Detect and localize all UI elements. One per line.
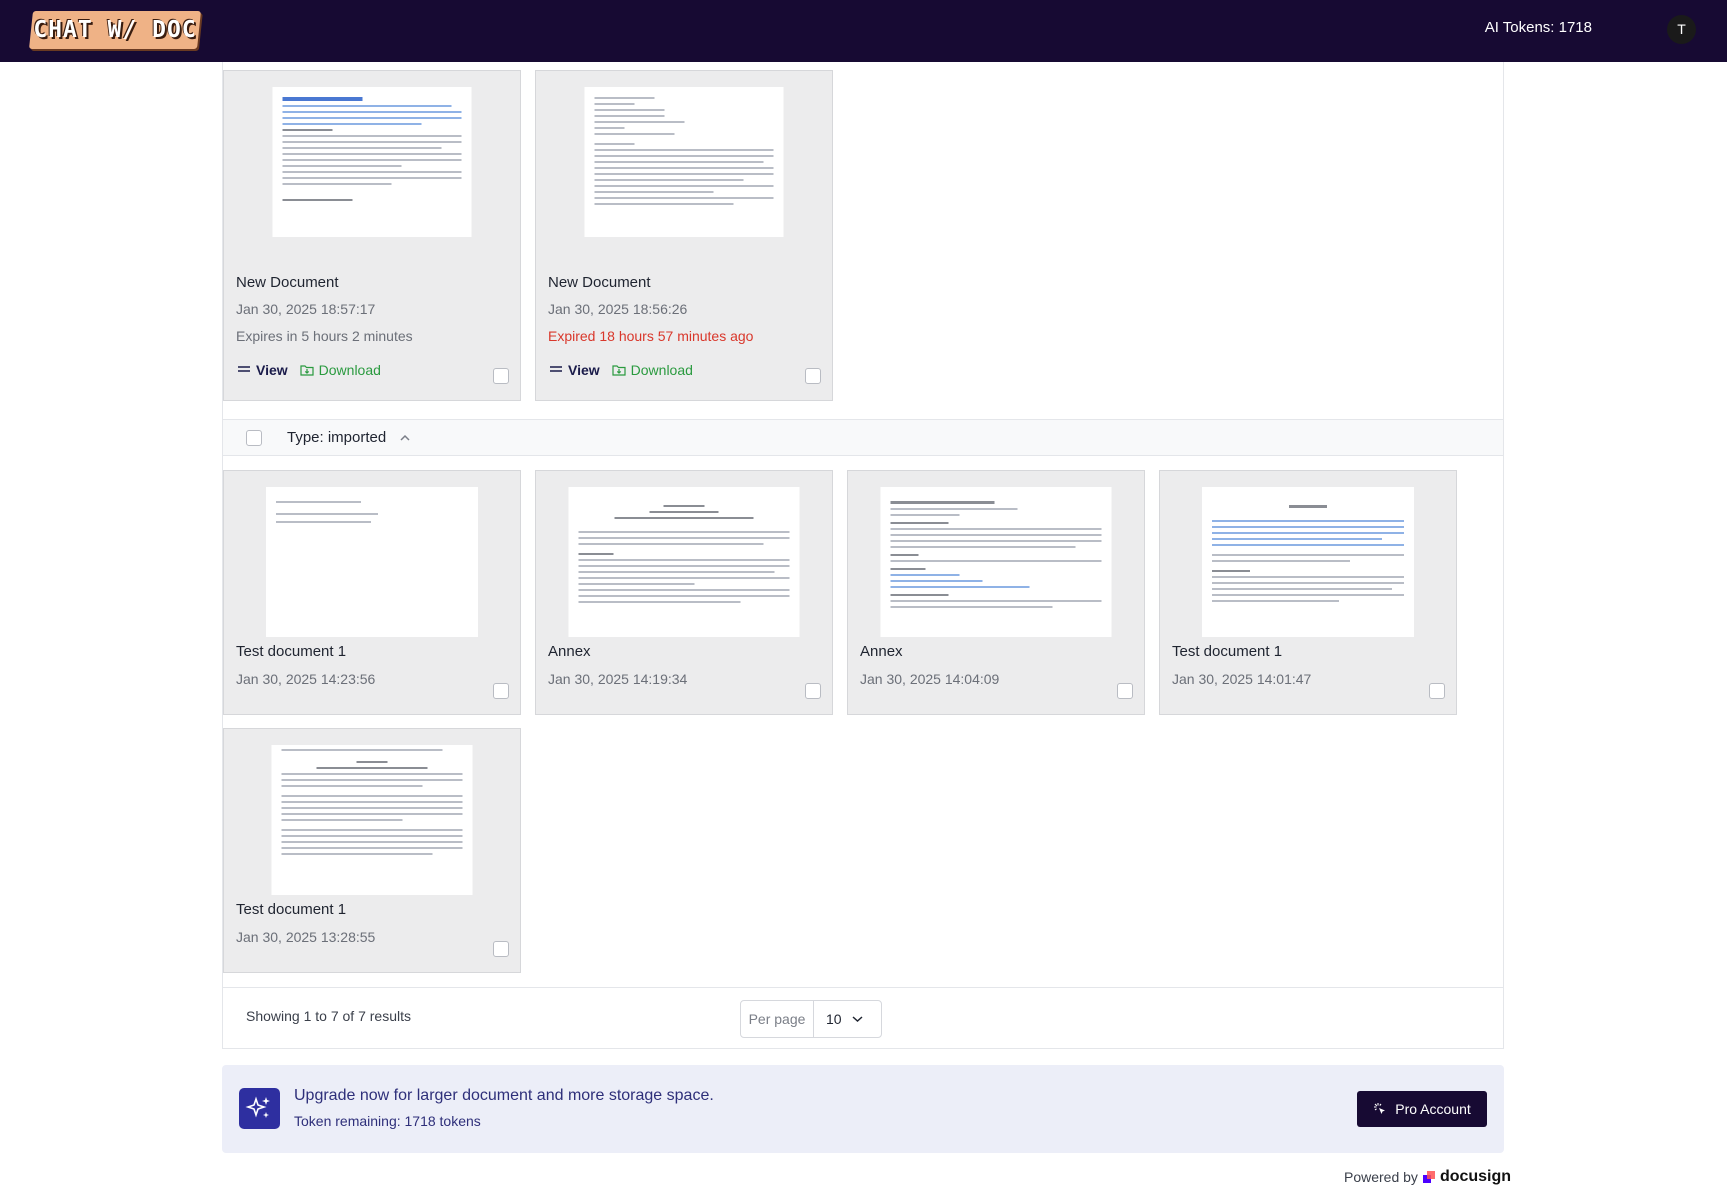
user-avatar[interactable]: T: [1667, 15, 1696, 44]
pro-account-label: Pro Account: [1395, 1101, 1471, 1117]
menu-lines-icon: [550, 366, 562, 372]
logo-text: CHAT W/ DOC: [33, 17, 197, 43]
select-checkbox[interactable]: [493, 368, 509, 384]
document-date: Jan 30, 2025 14:04:09: [860, 671, 1000, 687]
document-date: Jan 30, 2025 18:56:26: [548, 301, 688, 317]
document-card[interactable]: Test document 1 Jan 30, 2025 13:28:55: [223, 728, 521, 973]
view-button[interactable]: View: [238, 362, 288, 378]
document-thumbnail[interactable]: [1202, 487, 1414, 637]
document-card[interactable]: Test document 1 Jan 30, 2025 14:01:47: [1159, 470, 1457, 715]
select-checkbox[interactable]: [805, 683, 821, 699]
document-name: Test document 1: [236, 901, 347, 918]
document-thumbnail[interactable]: [880, 487, 1112, 637]
download-button[interactable]: Download: [612, 362, 693, 378]
document-card[interactable]: New Document Jan 30, 2025 18:57:17 Expir…: [223, 70, 521, 401]
document-actions: View Download: [238, 362, 381, 378]
results-summary: Showing 1 to 7 of 7 results: [246, 1008, 411, 1024]
document-name: Annex: [548, 643, 591, 660]
select-checkbox[interactable]: [805, 368, 821, 384]
document-card[interactable]: Test document 1 Jan 30, 2025 14:23:56: [223, 470, 521, 715]
powered-by-label: Powered by: [1344, 1169, 1418, 1185]
powered-by: Powered by docusign: [1344, 1168, 1511, 1186]
per-page-dropdown[interactable]: 10: [814, 1001, 881, 1037]
document-name: Annex: [860, 643, 903, 660]
top-navbar: CHAT W/ DOC AI Tokens: 1718 T: [0, 0, 1727, 62]
document-expiry: Expired 18 hours 57 minutes ago: [548, 328, 754, 344]
document-expiry: Expires in 5 hours 2 minutes: [236, 328, 413, 344]
token-remaining-text: Token remaining: 1718 tokens: [294, 1113, 481, 1129]
download-label: Download: [630, 362, 693, 378]
document-thumbnail[interactable]: [266, 487, 478, 637]
docusign-logo-icon: [1422, 1171, 1435, 1183]
select-checkbox[interactable]: [1429, 683, 1445, 699]
download-folder-icon: [612, 365, 626, 376]
document-date: Jan 30, 2025 14:19:34: [548, 671, 688, 687]
download-label: Download: [318, 362, 381, 378]
group-label[interactable]: Type: imported: [287, 429, 386, 446]
menu-lines-icon: [238, 366, 250, 372]
document-name: New Document: [236, 274, 339, 291]
chevron-down-icon: [852, 1016, 863, 1023]
divider: [223, 987, 1503, 988]
download-button[interactable]: Download: [300, 362, 381, 378]
document-actions: View Download: [550, 362, 693, 378]
document-name: Test document 1: [1172, 643, 1283, 660]
view-label: View: [568, 362, 600, 378]
document-thumbnail[interactable]: [272, 87, 472, 237]
documents-panel: New Document Jan 30, 2025 18:57:17 Expir…: [222, 62, 1504, 1049]
document-date: Jan 30, 2025 13:28:55: [236, 929, 376, 945]
cursor-click-icon: [1374, 1103, 1386, 1114]
document-card[interactable]: Annex Jan 30, 2025 14:19:34: [535, 470, 833, 715]
docusign-brand[interactable]: docusign: [1440, 1168, 1511, 1186]
per-page-label: Per page: [741, 1001, 814, 1037]
view-button[interactable]: View: [550, 362, 600, 378]
pro-account-button[interactable]: Pro Account: [1357, 1091, 1487, 1127]
chevron-up-icon[interactable]: [399, 432, 411, 444]
ai-tokens-counter: AI Tokens: 1718: [1484, 19, 1592, 36]
select-all-checkbox[interactable]: [246, 430, 262, 446]
download-folder-icon: [300, 365, 314, 376]
document-thumbnail[interactable]: [568, 487, 800, 637]
document-name: Test document 1: [236, 643, 347, 660]
document-thumbnail[interactable]: [584, 87, 784, 237]
document-name: New Document: [548, 274, 651, 291]
document-date: Jan 30, 2025 14:23:56: [236, 671, 376, 687]
document-thumbnail[interactable]: [271, 745, 473, 895]
select-checkbox[interactable]: [493, 683, 509, 699]
sparkles-icon: [239, 1088, 280, 1129]
per-page-select[interactable]: Per page 10: [740, 1000, 882, 1038]
upgrade-banner: Upgrade now for larger document and more…: [222, 1065, 1504, 1153]
select-checkbox[interactable]: [493, 941, 509, 957]
document-card[interactable]: New Document Jan 30, 2025 18:56:26 Expir…: [535, 70, 833, 401]
document-date: Jan 30, 2025 14:01:47: [1172, 671, 1312, 687]
per-page-value: 10: [826, 1011, 842, 1027]
view-label: View: [256, 362, 288, 378]
banner-title: Upgrade now for larger document and more…: [294, 1087, 714, 1104]
document-date: Jan 30, 2025 18:57:17: [236, 301, 376, 317]
app-logo[interactable]: CHAT W/ DOC: [29, 11, 201, 49]
select-checkbox[interactable]: [1117, 683, 1133, 699]
group-header-imported: Type: imported: [223, 419, 1503, 456]
document-card[interactable]: Annex Jan 30, 2025 14:04:09: [847, 470, 1145, 715]
